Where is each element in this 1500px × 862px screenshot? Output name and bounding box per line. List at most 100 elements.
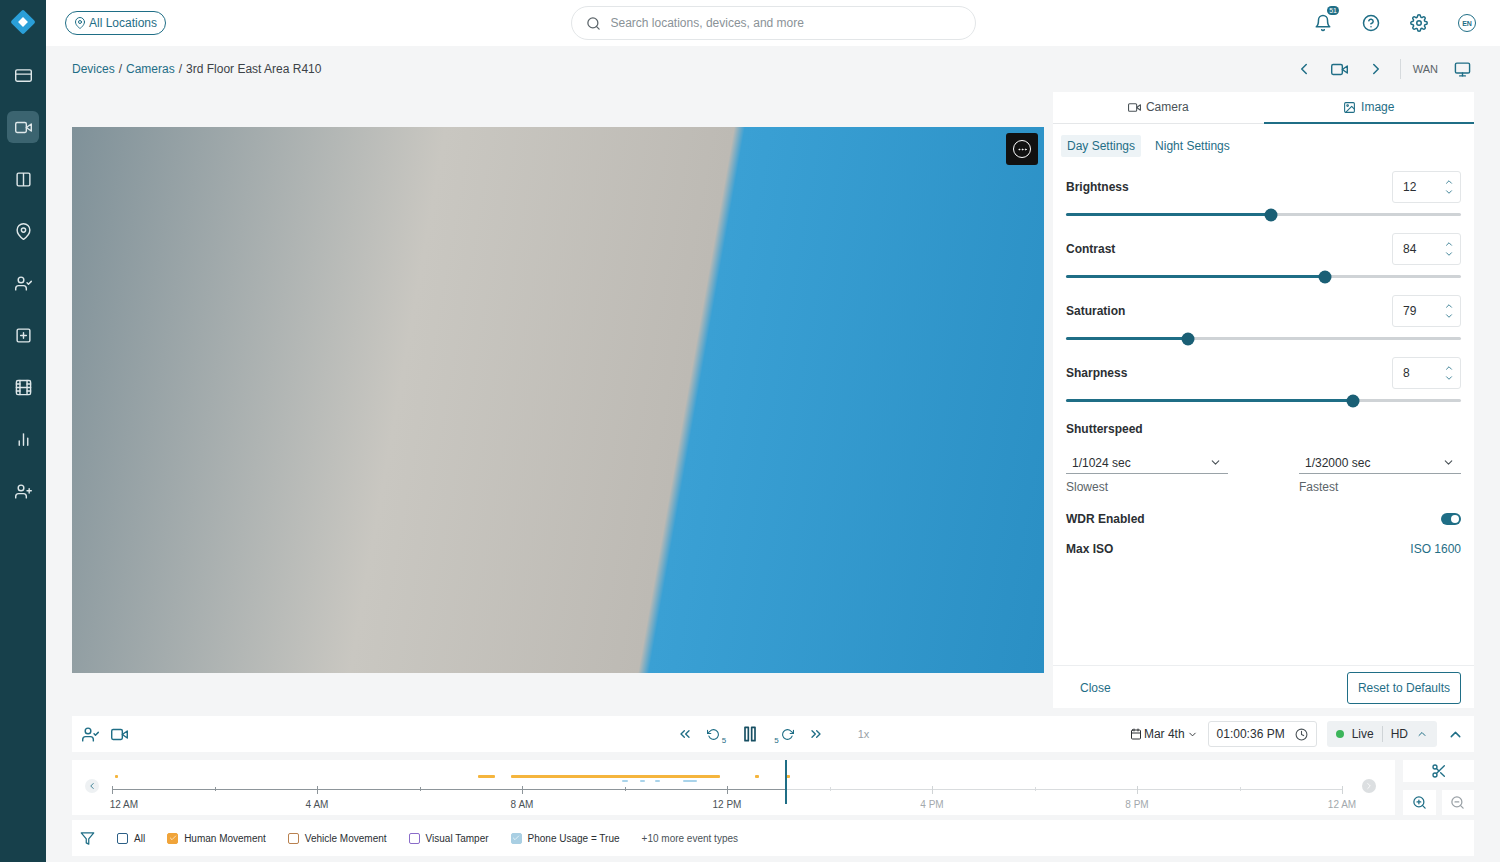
wdr-label: WDR Enabled [1066, 512, 1145, 526]
timeline-tick-label: 12 AM [110, 799, 138, 810]
sidebar-item[interactable] [7, 111, 39, 143]
image-icon [1343, 101, 1356, 114]
timeline-event[interactable] [115, 775, 118, 778]
timeline-event[interactable] [511, 775, 720, 778]
checkbox[interactable] [167, 833, 178, 844]
filter-button[interactable] [80, 827, 95, 849]
pause-button[interactable] [740, 723, 760, 745]
slider-thumb[interactable] [1182, 332, 1195, 345]
sub-tab[interactable]: Night Settings [1149, 135, 1236, 157]
sidebar [0, 0, 46, 862]
device-button[interactable] [1328, 57, 1352, 81]
legend-item[interactable]: Visual Tamper [409, 833, 489, 844]
search-input[interactable] [609, 15, 961, 31]
playhead[interactable] [785, 760, 787, 804]
slider-thumb[interactable] [1265, 208, 1278, 221]
panel-tab[interactable]: Camera [1053, 92, 1264, 124]
search-footage-button[interactable] [82, 723, 99, 745]
sub-tab[interactable]: Day Settings [1061, 135, 1141, 157]
timeline-event[interactable] [755, 775, 759, 778]
timeline-next-button[interactable] [1362, 779, 1376, 793]
sidebar-item[interactable] [7, 267, 39, 299]
legend-item[interactable]: All [117, 833, 145, 844]
clip-button[interactable] [1403, 760, 1474, 782]
collapse-button[interactable] [1447, 723, 1464, 745]
close-button[interactable]: Close [1080, 681, 1111, 695]
breadcrumb-item[interactable]: Cameras [126, 62, 175, 76]
more-event-types[interactable]: +10 more event types [642, 833, 738, 844]
timeline-prev-button[interactable] [85, 779, 99, 793]
video-menu-button[interactable] [1006, 133, 1038, 165]
slider-thumb[interactable] [1346, 394, 1359, 407]
checkbox[interactable] [409, 833, 420, 844]
location-button[interactable]: All Locations [65, 11, 166, 35]
shutterspeed-select[interactable]: 1/32000 sec [1299, 452, 1461, 474]
legend-item[interactable]: Human Movement [167, 833, 266, 844]
chevron-up-icon [1416, 728, 1428, 740]
zoom-out-button[interactable] [1442, 790, 1475, 815]
checkbox[interactable] [288, 833, 299, 844]
rewind-button[interactable] [677, 723, 693, 745]
speed-button[interactable]: 1x [858, 728, 870, 740]
panel-tabs: CameraImage [1053, 92, 1474, 124]
fast-forward-button[interactable] [808, 723, 824, 745]
reset-button[interactable]: Reset to Defaults [1347, 672, 1461, 704]
slider[interactable] [1066, 275, 1461, 278]
sub-tabs: Day Settings Night Settings [1053, 124, 1474, 157]
breadcrumb-item[interactable]: Devices [72, 62, 115, 76]
number-input[interactable]: 12 [1392, 171, 1461, 203]
settings-panel: CameraImageDay SettingsNight SettingsBri… [1053, 92, 1474, 708]
help-button[interactable] [1357, 9, 1385, 37]
time-input[interactable]: 01:00:36 PM [1208, 721, 1317, 747]
next-device-button[interactable] [1364, 57, 1388, 81]
logo-icon [9, 8, 37, 36]
sidebar-item[interactable] [7, 215, 39, 247]
slider[interactable] [1066, 337, 1461, 340]
number-input[interactable]: 84 [1392, 233, 1461, 265]
sidebar-item[interactable] [7, 371, 39, 403]
wdr-toggle[interactable] [1441, 513, 1461, 525]
shutterspeed-select[interactable]: 1/1024 sec [1066, 452, 1228, 474]
network-button[interactable] [1450, 57, 1474, 81]
timeline-event[interactable] [622, 780, 628, 782]
checkbox[interactable] [117, 833, 128, 844]
slider-thumb[interactable] [1318, 270, 1331, 283]
timeline-tick-label: 8 AM [511, 799, 534, 810]
timeline-track[interactable]: 12 AM4 AM8 AM12 PM4 PM8 PM12 AM [112, 760, 1342, 815]
timeline-event[interactable] [478, 775, 495, 778]
panel-tab[interactable]: Image [1264, 92, 1475, 124]
sidebar-item[interactable] [7, 59, 39, 91]
legend-item[interactable]: Phone Usage = True [511, 833, 620, 844]
settings-button[interactable] [1405, 9, 1433, 37]
skip-back-button[interactable]: 5 [707, 723, 726, 745]
timeline-event[interactable] [655, 780, 660, 782]
timeline-event[interactable] [640, 780, 645, 782]
video-frame[interactable] [72, 127, 1044, 673]
number-input[interactable]: 79 [1392, 295, 1461, 327]
logo[interactable] [7, 6, 39, 38]
content: Devices/Cameras/3rd Floor East Area R410… [46, 46, 1500, 862]
slider-label: Saturation [1066, 304, 1125, 318]
sidebar-item[interactable] [7, 319, 39, 351]
date-picker[interactable]: Mar 4th [1130, 723, 1198, 745]
slider-label: Sharpness [1066, 366, 1127, 380]
search-box [571, 6, 976, 40]
legend-item[interactable]: Vehicle Movement [288, 833, 387, 844]
timeline-event[interactable] [683, 780, 697, 782]
sidebar-item[interactable] [7, 423, 39, 455]
notifications-button[interactable]: 51 [1309, 9, 1337, 37]
sidebar-item[interactable] [7, 163, 39, 195]
skip-forward-button[interactable]: 5 [774, 723, 793, 745]
checkbox[interactable] [511, 833, 522, 844]
language-button[interactable]: EN [1453, 9, 1481, 37]
number-input[interactable]: 8 [1392, 357, 1461, 389]
slider-row: Sharpness 8 [1066, 357, 1461, 419]
zoom-in-button[interactable] [1403, 790, 1436, 815]
previous-device-button[interactable] [1292, 57, 1316, 81]
live-control[interactable]: LiveHD [1327, 721, 1437, 747]
max-iso-value[interactable]: ISO 1600 [1410, 542, 1461, 556]
camera-select-button[interactable] [111, 723, 128, 745]
slider[interactable] [1066, 399, 1461, 402]
slider[interactable] [1066, 213, 1461, 216]
sidebar-item[interactable] [7, 475, 39, 507]
